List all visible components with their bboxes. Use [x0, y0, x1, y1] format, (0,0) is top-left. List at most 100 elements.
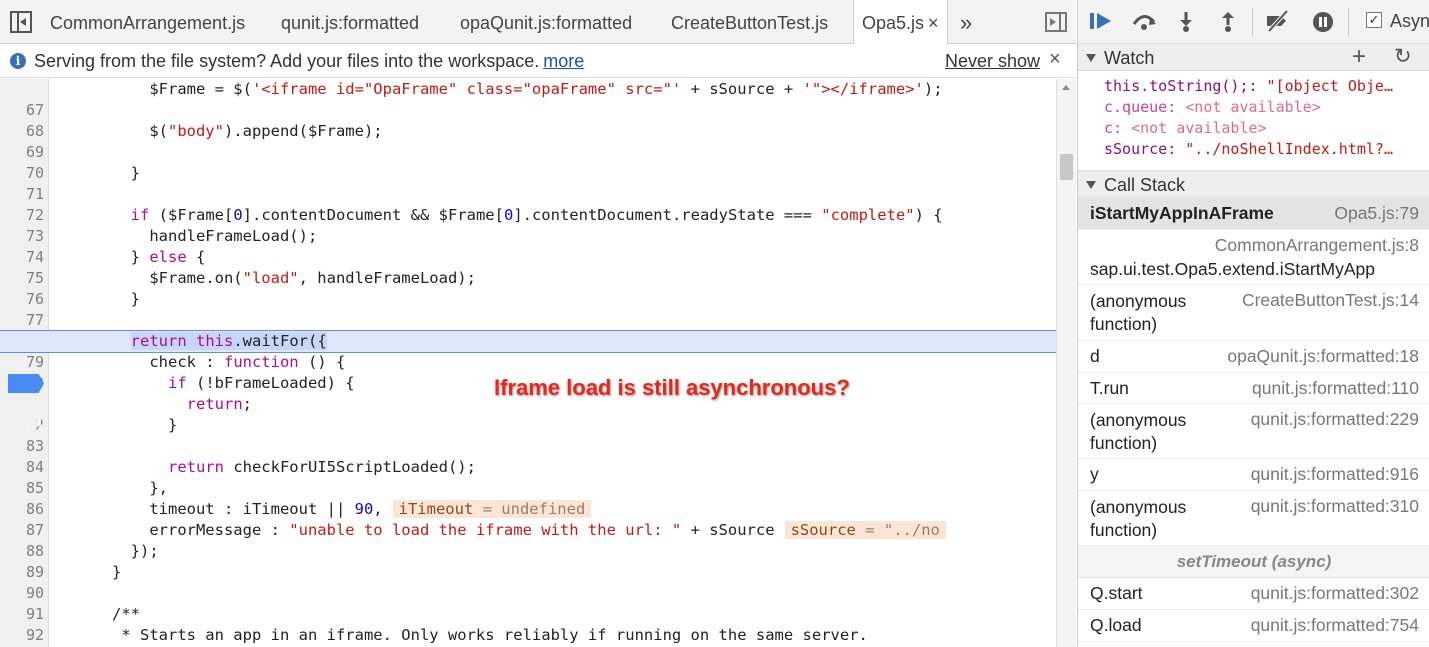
- resume-icon[interactable]: [1088, 10, 1114, 34]
- infobar-more-link[interactable]: more: [543, 51, 584, 71]
- step-over-icon[interactable]: [1130, 10, 1156, 34]
- callstack-frame[interactable]: d opaQunit.js:formatted:18: [1078, 341, 1429, 373]
- frame-location[interactable]: qunit.js:formatted:754: [1251, 615, 1419, 636]
- frame-name: iStartMyAppInAFrame: [1090, 203, 1274, 223]
- code-line: 84: [0, 436, 1056, 476]
- code-text: $("body").append($Frame);: [56, 122, 383, 140]
- tab-label: qunit.js:formatted: [281, 13, 420, 33]
- code-line: 72: [0, 184, 1056, 224]
- breakpoint-marker-icon[interactable]: [8, 374, 44, 393]
- code-text: handleFrameLoad();: [56, 227, 318, 245]
- pause-on-exceptions-icon[interactable]: [1310, 10, 1336, 34]
- code-text: if (!bFrameLoaded) {: [167, 374, 355, 392]
- watch-item[interactable]: c.queue: <not available>: [1104, 97, 1424, 118]
- code-text: return this.waitFor({: [130, 332, 327, 350]
- code-line: 85 return checkForUI5ScriptLoaded();: [0, 457, 1056, 497]
- info-icon: i: [10, 53, 26, 69]
- tab-close-icon[interactable]: ×: [928, 13, 939, 33]
- code-line: 77 }: [0, 289, 1056, 329]
- frame-location[interactable]: opaQunit.js:formatted:18: [1227, 346, 1419, 367]
- callstack-section-header[interactable]: Call Stack: [1078, 170, 1429, 198]
- navigator-toggle-icon[interactable]: [10, 11, 32, 33]
- callstack-frame[interactable]: (anonymous function) CreateButtonTest.js…: [1078, 285, 1429, 341]
- frame-location[interactable]: qunit.js:formatted:110: [1252, 378, 1419, 399]
- callstack-frame[interactable]: Q.start qunit.js:formatted:302: [1078, 578, 1429, 610]
- frame-location[interactable]: CreateButtonTest.js:14: [1242, 290, 1419, 311]
- frame-name: Q.start: [1090, 583, 1143, 603]
- code-text: return;: [186, 395, 252, 413]
- code-editor[interactable]: 67 $Frame = $('<iframe id="OpaFrame" cla…: [0, 79, 1056, 647]
- callstack-frame-selected[interactable]: iStartMyAppInAFrame Opa5.js:79: [1078, 198, 1429, 230]
- tab-opa5[interactable]: Opa5.js ×: [853, 0, 948, 45]
- tab-create-button-test[interactable]: CreateButtonTest.js: [671, 0, 828, 44]
- frame-name: (anonymous function): [1090, 410, 1187, 453]
- watch-title: Watch: [1104, 48, 1155, 68]
- tab-label: opaQunit.js:formatted: [460, 13, 633, 33]
- never-show-link[interactable]: Never show: [945, 51, 1040, 72]
- watch-section-header[interactable]: Watch + ↻: [1078, 43, 1429, 71]
- code-comment: * Starts an app in an iframe. Only works…: [56, 626, 868, 644]
- frame-location[interactable]: CommonArrangement.js:8: [1215, 235, 1419, 256]
- tab-opaqunit-formatted[interactable]: opaQunit.js:formatted: [460, 0, 632, 44]
- watch-item[interactable]: this.toString();: "[object Obje…: [1104, 76, 1424, 97]
- code-comment: /**: [56, 605, 140, 623]
- frame-name: (anonymous function): [1090, 497, 1187, 540]
- more-tabs-icon[interactable]: »: [960, 0, 972, 46]
- refresh-watch-icon[interactable]: ↻: [1394, 44, 1412, 69]
- workspace-infobar: i Serving from the file system? Add your…: [0, 44, 1076, 78]
- tab-qunit-formatted[interactable]: qunit.js:formatted: [281, 0, 419, 44]
- frame-name: y: [1090, 464, 1099, 484]
- step-into-icon[interactable]: [1173, 10, 1199, 34]
- callstack-frame[interactable]: (anonymous function) qunit.js:formatted:…: [1078, 491, 1429, 546]
- debugger-sidebar: ✓ Async Watch + ↻ this.toString();: "[ob…: [1077, 0, 1429, 647]
- frame-location[interactable]: qunit.js:formatted:916: [1251, 464, 1419, 485]
- frame-location[interactable]: Opa5.js:79: [1334, 203, 1419, 224]
- expanded-triangle-icon: [1086, 181, 1096, 189]
- tab-common-arrangement[interactable]: CommonArrangement.js: [50, 0, 245, 44]
- callstack-frame[interactable]: CommonArrangement.js:8 sap.ui.test.Opa5.…: [1078, 230, 1429, 285]
- callstack-frame[interactable]: (anonymous function) qunit.js:formatted:…: [1078, 404, 1429, 459]
- code-line: 90 }: [0, 562, 1056, 602]
- callstack-frame[interactable]: T.run qunit.js:formatted:110: [1078, 373, 1429, 404]
- async-checkbox[interactable]: ✓: [1366, 12, 1382, 28]
- inline-variable-value: sSource = "../no: [784, 521, 946, 539]
- code-line: 80 check : function () {: [0, 352, 1056, 392]
- scroll-up-icon[interactable]: [1062, 85, 1070, 90]
- code-line: 89 });: [0, 541, 1056, 581]
- debugger-sidebar-toggle-icon[interactable]: [1045, 12, 1067, 32]
- code-line: 76 $Frame.on("load", handleFrameLoad);: [0, 268, 1056, 308]
- code-text: $Frame.on("load", handleFrameLoad);: [56, 269, 476, 287]
- scrollbar-thumb[interactable]: [1060, 154, 1073, 180]
- annotation-note: Iframe load is still asynchronous?: [494, 375, 850, 400]
- code-line: 71 }: [0, 163, 1056, 203]
- toolbar-separator: [1252, 8, 1253, 36]
- frame-location[interactable]: qunit.js:formatted:310: [1251, 496, 1419, 517]
- infobar-text: Serving from the file system? Add your f…: [34, 51, 540, 71]
- tab-label: CommonArrangement.js: [50, 13, 246, 33]
- code-text: $Frame = $('<iframe id="OpaFrame" class=…: [56, 80, 943, 98]
- callstack-frame[interactable]: Q.load qunit.js:formatted:754: [1078, 610, 1429, 642]
- add-watch-icon[interactable]: +: [1352, 43, 1366, 71]
- async-label: Async: [1390, 11, 1429, 31]
- code-line: 73 if ($Frame[0].contentDocument && $Fra…: [0, 205, 1056, 245]
- code-text: return checkForUI5ScriptLoaded();: [167, 458, 476, 476]
- code-text: });: [56, 542, 159, 560]
- inline-variable-value: iTimeout = undefined: [392, 500, 592, 518]
- step-out-icon[interactable]: [1215, 10, 1241, 34]
- sources-panel: CommonArrangement.js qunit.js:formatted …: [0, 0, 1076, 647]
- frame-name: Q.load: [1090, 615, 1142, 635]
- callstack-frame[interactable]: y qunit.js:formatted:916: [1078, 459, 1429, 491]
- frame-location[interactable]: qunit.js:formatted:302: [1251, 583, 1419, 604]
- deactivate-breakpoints-icon[interactable]: [1265, 9, 1291, 34]
- infobar-close-icon[interactable]: ×: [1049, 48, 1061, 71]
- watch-item[interactable]: c: <not available>: [1104, 118, 1424, 139]
- line-number[interactable]: 81: [0, 415, 44, 436]
- editor-scrollbar[interactable]: [1056, 79, 1076, 647]
- watch-item[interactable]: sSource: "../noShellIndex.html?…: [1104, 139, 1424, 160]
- infobar-message: Serving from the file system? Add your f…: [34, 51, 584, 72]
- frame-location[interactable]: qunit.js:formatted:229: [1251, 409, 1419, 430]
- code-line: 67 $Frame = $('<iframe id="OpaFrame" cla…: [0, 79, 1056, 119]
- tab-label: CreateButtonTest.js: [671, 13, 829, 33]
- async-boundary-divider: setTimeout (async): [1078, 546, 1429, 578]
- code-line: 69 $("body").append($Frame);: [0, 121, 1056, 161]
